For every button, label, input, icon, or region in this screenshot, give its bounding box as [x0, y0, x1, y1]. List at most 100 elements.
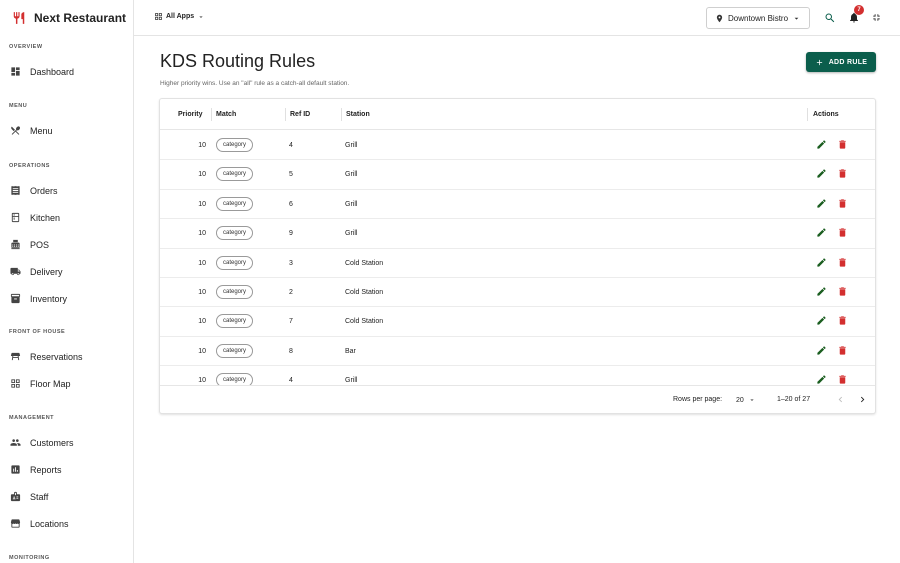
priority-cell: 10	[198, 230, 206, 238]
column-separator[interactable]	[285, 108, 286, 121]
delete-icon[interactable]	[837, 345, 848, 356]
switch-view-icon[interactable]	[871, 12, 882, 23]
station-cell: Grill	[345, 230, 358, 238]
sidebar-item-menu[interactable]: Menu	[0, 117, 133, 144]
match-chip: category	[216, 343, 254, 358]
station-cell: Cold Station	[345, 289, 384, 296]
people-icon	[10, 437, 21, 448]
sidebar-item-dashboard[interactable]: Dashboard	[0, 58, 133, 85]
sidebar-item-label: Staff	[30, 491, 49, 502]
header-priority[interactable]: Priority	[178, 111, 203, 118]
nav-section-title: OVERVIEW	[9, 44, 43, 50]
match-chip: category	[216, 196, 254, 211]
sidebar: Next Restaurant OVERVIEW Dashboard MENU Men…	[0, 0, 134, 563]
sidebar-item-staff[interactable]: Staff	[0, 483, 133, 510]
ref-id-cell: 4	[289, 142, 293, 149]
table-row[interactable]: 10 category 8 Bar	[160, 337, 875, 367]
sidebar-item-pos[interactable]: POS	[0, 231, 133, 258]
edit-icon[interactable]	[816, 198, 827, 209]
match-chip: category	[216, 285, 254, 299]
register-icon	[10, 239, 21, 250]
edit-icon[interactable]	[816, 168, 827, 179]
sidebar-item-locations[interactable]: Locations	[0, 510, 133, 537]
station-cell: Grill	[345, 200, 358, 208]
nav-section-title: MONITORING	[9, 555, 50, 561]
sidebar-item-delivery[interactable]: Delivery	[0, 258, 133, 285]
match-chip: category	[216, 373, 254, 385]
rows-per-page-label: Rows per page:	[673, 396, 723, 403]
rows-per-page-value: 20	[736, 396, 744, 404]
table-row[interactable]: 10 category 4 Grill	[160, 131, 875, 161]
location-pin-icon	[715, 14, 724, 23]
sidebar-item-label: Customers	[30, 437, 74, 448]
column-separator[interactable]	[807, 108, 808, 121]
sidebar-item-customers[interactable]: Customers	[0, 429, 133, 456]
sidebar-item-kitchen[interactable]: Kitchen	[0, 204, 133, 231]
page-title: KDS Routing Rules	[160, 51, 316, 71]
edit-icon[interactable]	[816, 345, 827, 356]
sidebar-item-floor-map[interactable]: Floor Map	[0, 370, 133, 397]
edit-icon[interactable]	[816, 139, 827, 150]
header-station[interactable]: Station	[346, 111, 370, 118]
delete-icon[interactable]	[837, 315, 848, 326]
header-match[interactable]: Match	[216, 111, 236, 118]
station-cell: Grill	[345, 171, 358, 179]
table-row[interactable]: 10 category 3 Cold Station	[160, 249, 875, 278]
column-separator[interactable]	[341, 108, 342, 121]
sidebar-item-reports[interactable]: Reports	[0, 456, 133, 483]
match-chip: category	[216, 167, 254, 182]
column-separator[interactable]	[211, 108, 212, 121]
table-restaurant-icon	[10, 351, 21, 362]
badge-icon	[10, 491, 21, 502]
edit-icon[interactable]	[816, 227, 827, 238]
next-page-button[interactable]	[857, 394, 868, 405]
restaurant-logo-icon	[12, 11, 26, 25]
priority-cell: 10	[198, 377, 206, 385]
pagination-range: 1–20 of 27	[777, 396, 811, 403]
delete-icon[interactable]	[837, 227, 848, 238]
sidebar-item-orders[interactable]: Orders	[0, 177, 133, 204]
sidebar-item-label: Menu	[30, 125, 53, 136]
ref-id-cell: 5	[289, 171, 293, 179]
search-icon[interactable]	[824, 12, 836, 24]
ref-id-cell: 4	[289, 377, 293, 385]
dashboard-icon	[10, 66, 21, 77]
table-row[interactable]: 10 category 6 Grill	[160, 190, 875, 220]
header-ref-id[interactable]: Ref ID	[290, 111, 310, 118]
ref-id-cell: 6	[289, 200, 293, 208]
brand[interactable]: Next Restaurant	[0, 0, 133, 36]
delete-icon[interactable]	[837, 139, 848, 150]
all-apps-menu[interactable]: All Apps	[154, 12, 205, 21]
table-row[interactable]: 10 category 2 Cold Station	[160, 278, 875, 308]
rows-per-page-select[interactable]: 20	[736, 396, 756, 404]
rules-table[interactable]: Priority Match Ref ID Station Actions 10…	[160, 99, 875, 385]
apps-grid-icon	[154, 12, 163, 21]
station-cell: Bar	[345, 347, 356, 355]
location-select[interactable]: Downtown Bistro	[706, 7, 810, 29]
truck-icon	[10, 266, 21, 277]
previous-page-button[interactable]	[835, 394, 846, 405]
all-apps-label: All Apps	[166, 13, 195, 20]
table-row[interactable]: 10 category 7 Cold Station	[160, 307, 875, 337]
edit-icon[interactable]	[816, 374, 827, 385]
table-row[interactable]: 10 category 5 Grill	[160, 160, 875, 190]
edit-icon[interactable]	[816, 315, 827, 326]
delete-icon[interactable]	[837, 198, 848, 209]
priority-cell: 10	[198, 259, 206, 267]
edit-icon[interactable]	[816, 257, 827, 268]
delete-icon[interactable]	[837, 374, 848, 385]
sidebar-item-reservations[interactable]: Reservations	[0, 343, 133, 370]
add-rule-button[interactable]: ADD RULE	[806, 52, 876, 72]
nav-section-title: OPERATIONS	[9, 163, 50, 169]
edit-icon[interactable]	[816, 286, 827, 297]
table-row[interactable]: 10 category 9 Grill	[160, 219, 875, 249]
delete-icon[interactable]	[837, 286, 848, 297]
station-cell: Cold Station	[345, 259, 384, 267]
delete-icon[interactable]	[837, 168, 848, 179]
sidebar-item-inventory[interactable]: Inventory	[0, 285, 133, 312]
table-header: Priority Match Ref ID Station Actions	[160, 99, 875, 130]
table-row[interactable]: 10 category 4 Grill	[160, 366, 875, 385]
page-subtitle: Higher priority wins. Use an "all" rule …	[160, 80, 350, 87]
delete-icon[interactable]	[837, 257, 848, 268]
table-pagination: Rows per page: 20 1–20 of 27	[160, 385, 875, 413]
